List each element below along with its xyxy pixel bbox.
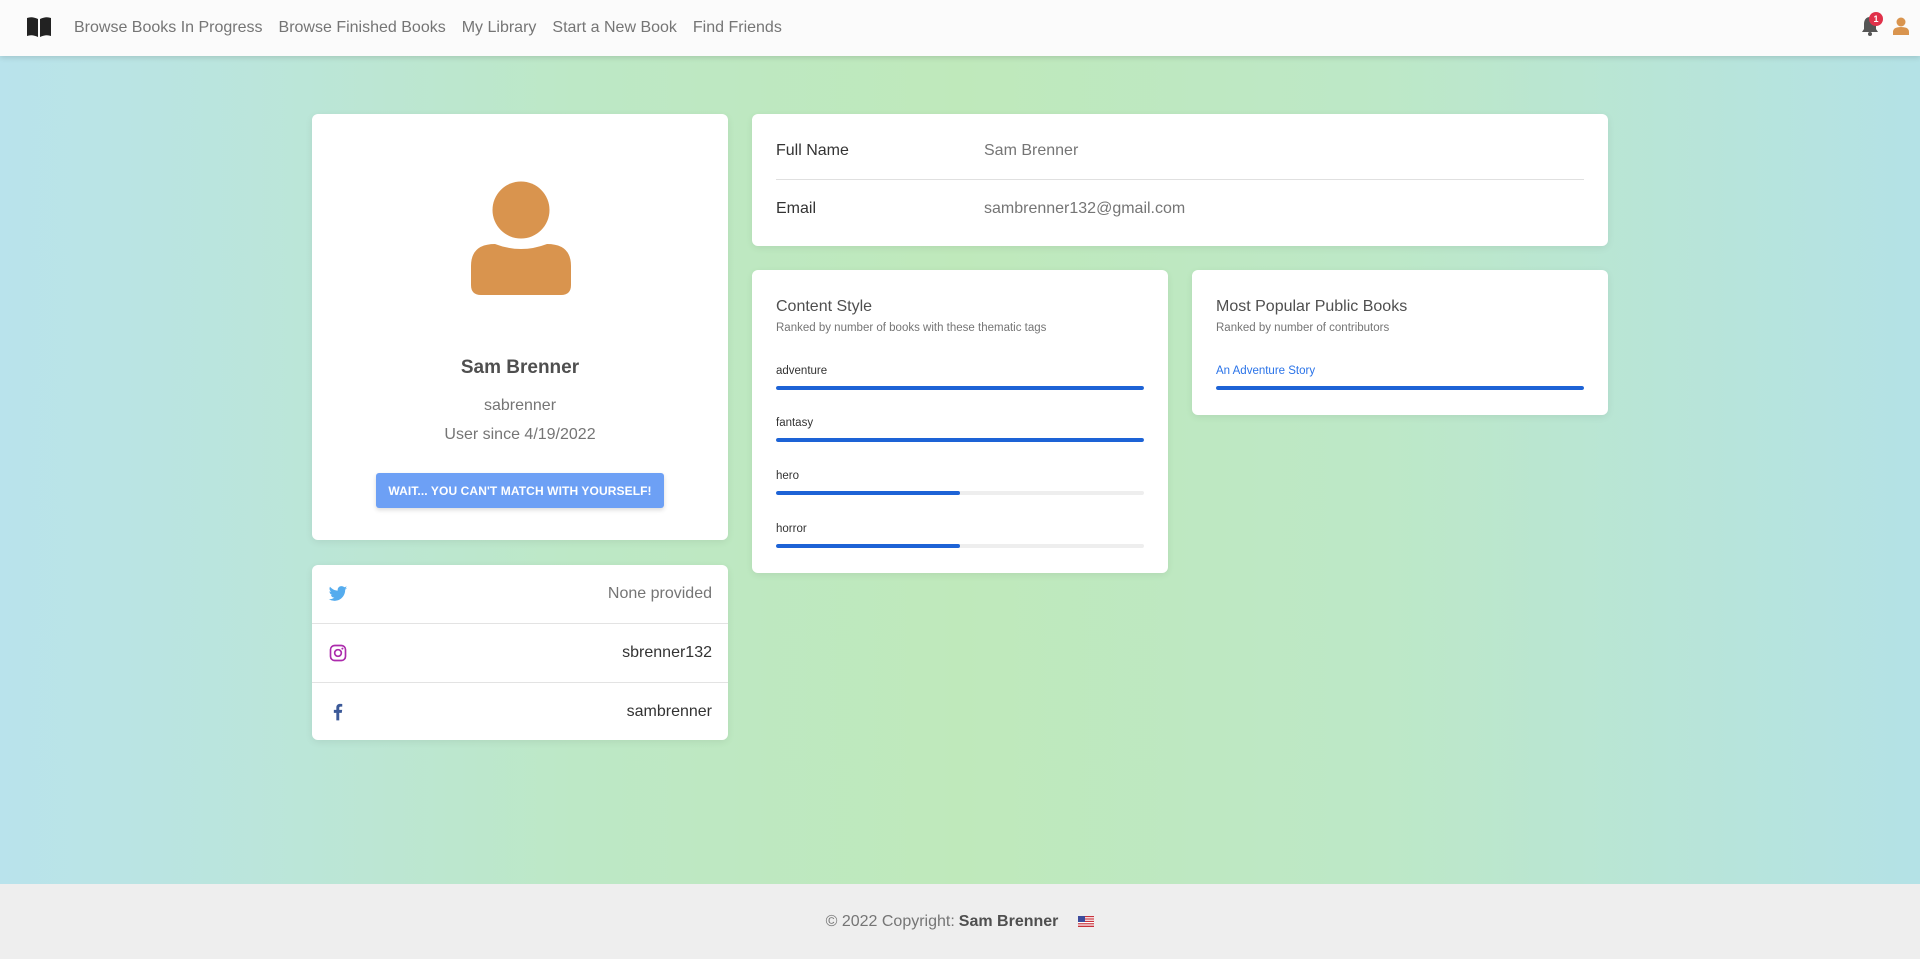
notification-badge: 1 xyxy=(1869,12,1883,26)
tag-progress-fill xyxy=(776,544,960,548)
full-name-value: Sam Brenner xyxy=(984,141,1079,159)
popular-books-card: Most Popular Public Books Ranked by numb… xyxy=(1192,270,1608,415)
email-label: Email xyxy=(776,200,817,217)
nav-link-browse-finished[interactable]: Browse Finished Books xyxy=(279,19,446,37)
instagram-handle[interactable]: sbrenner132 xyxy=(622,644,712,662)
content-style-title: Content Style xyxy=(776,298,873,315)
info-row-full-name: Full Name Sam Brenner xyxy=(776,122,1584,180)
social-links-card: None provided sbrenner132 sambrenner xyxy=(312,565,728,740)
tag-progress-bar xyxy=(776,438,1144,442)
footer-copyright: © 2022 Copyright: xyxy=(825,912,955,930)
member-since: User since 4/19/2022 xyxy=(444,426,596,443)
content-style-subtitle: Ranked by number of books with these the… xyxy=(776,322,1047,334)
tag-label: horror xyxy=(776,523,807,535)
email-value: sambrenner132@gmail.com xyxy=(984,200,1186,217)
nav-link-browse-in-progress[interactable]: Browse Books In Progress xyxy=(74,19,263,37)
tag-progress-fill xyxy=(776,438,1144,442)
open-book-icon[interactable] xyxy=(26,16,52,38)
popular-books-subtitle: Ranked by number of contributors xyxy=(1216,322,1390,334)
book-progress-fill xyxy=(1216,386,1584,390)
popular-books-title: Most Popular Public Books xyxy=(1216,298,1408,315)
nav-links: Browse Books In Progress Browse Finished… xyxy=(74,0,798,56)
match-button[interactable]: Wait... you can't match with yourself! xyxy=(376,473,664,508)
tag-progress-fill xyxy=(776,386,1144,390)
nav-link-my-library[interactable]: My Library xyxy=(462,19,537,37)
profile-name: Sam Brenner xyxy=(460,357,580,378)
social-row-facebook: sambrenner xyxy=(312,682,728,740)
tag-progress-fill xyxy=(776,491,960,495)
us-flag-icon[interactable] xyxy=(1078,916,1095,927)
full-name-label: Full Name xyxy=(776,141,849,159)
info-row-email: Email sambrenner132@gmail.com xyxy=(776,180,1584,238)
tag-label: adventure xyxy=(776,365,828,377)
user-icon[interactable] xyxy=(1893,17,1909,35)
top-navbar: Browse Books In Progress Browse Finished… xyxy=(0,0,1920,56)
twitter-icon[interactable] xyxy=(328,584,348,604)
book-progress-bar xyxy=(1216,386,1584,390)
facebook-handle[interactable]: sambrenner xyxy=(627,703,712,721)
tag-progress-bar xyxy=(776,491,1144,495)
social-row-twitter: None provided xyxy=(312,565,728,623)
user-avatar-icon xyxy=(471,181,571,295)
book-link[interactable]: An Adventure Story xyxy=(1216,365,1315,377)
social-row-instagram: sbrenner132 xyxy=(312,623,728,681)
nav-link-find-friends[interactable]: Find Friends xyxy=(693,19,782,37)
footer: © 2022 Copyright: Sam Brenner xyxy=(0,884,1920,959)
content-style-card: Content Style Ranked by number of books … xyxy=(752,270,1168,573)
tag-progress-bar xyxy=(776,544,1144,548)
instagram-icon[interactable] xyxy=(328,643,348,663)
tag-progress-bar xyxy=(776,386,1144,390)
tag-label: fantasy xyxy=(776,417,814,429)
account-info-card: Full Name Sam Brenner Email sambrenner13… xyxy=(752,114,1608,246)
profile-card: Sam Brenner sabrenner User since 4/19/20… xyxy=(312,114,728,540)
twitter-handle: None provided xyxy=(607,585,712,602)
profile-username: sabrenner xyxy=(483,397,557,414)
facebook-icon[interactable] xyxy=(328,702,348,722)
nav-link-start-new-book[interactable]: Start a New Book xyxy=(552,19,677,37)
tag-label: hero xyxy=(776,470,800,482)
footer-owner: Sam Brenner xyxy=(958,912,1059,930)
